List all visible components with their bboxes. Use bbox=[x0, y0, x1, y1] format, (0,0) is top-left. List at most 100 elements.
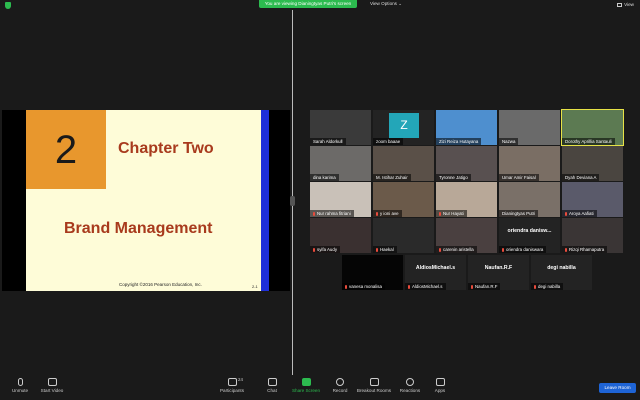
participant-tile[interactable]: Sarah Aldorkull bbox=[310, 110, 371, 145]
share-screen-icon bbox=[301, 378, 311, 386]
shared-screen-slide: 2 Chapter Two Brand Management Copyright… bbox=[2, 110, 290, 291]
participant-tile[interactable]: y ioni ave bbox=[373, 182, 434, 217]
leave-room-button[interactable]: Leave Room bbox=[599, 383, 636, 393]
participant-tile[interactable]: Haekal bbox=[373, 218, 434, 253]
participant-tile[interactable]: oriendra danisw... oriendra daniswara bbox=[499, 218, 560, 253]
participant-name: Aroya Aafiati bbox=[569, 211, 594, 216]
muted-mic-icon bbox=[376, 211, 378, 216]
slide-right-margin bbox=[269, 110, 290, 291]
participant-name-tag: dina karima bbox=[310, 174, 339, 181]
apps-icon bbox=[435, 378, 445, 386]
split-divider[interactable] bbox=[292, 10, 293, 375]
chat-bubble-icon bbox=[267, 378, 277, 386]
participant-name: degi nabilla bbox=[538, 284, 561, 289]
participant-tile[interactable]: Naufan.R.F Naufan.R.F bbox=[468, 255, 529, 290]
meeting-toolbar: Unmute Start Video 24 Participants Chat … bbox=[0, 375, 640, 400]
participant-tile[interactable]: Nur Hayati bbox=[436, 182, 497, 217]
muted-mic-icon bbox=[471, 284, 473, 289]
security-shield-icon[interactable] bbox=[5, 2, 11, 9]
participant-tile[interactable]: Zzoom baaae bbox=[373, 110, 434, 145]
participant-name-tag: y ioni ave bbox=[373, 210, 402, 217]
participant-name-tag: AldiosMichael.s bbox=[405, 283, 446, 290]
muted-mic-icon bbox=[408, 284, 410, 289]
muted-mic-icon bbox=[376, 247, 378, 252]
participant-display-name: Naufan.R.F bbox=[484, 265, 513, 271]
record-icon bbox=[336, 378, 344, 386]
muted-mic-icon bbox=[439, 247, 441, 252]
participant-display-name: degi nabilla bbox=[547, 265, 576, 271]
participant-name: vanesa monalisa bbox=[349, 284, 382, 289]
participant-tile[interactable]: M. Istihar Zuhair bbox=[373, 146, 434, 181]
slide-right-bar bbox=[261, 110, 269, 291]
participant-tile[interactable]: vanesa monalisa bbox=[342, 255, 403, 290]
muted-mic-icon bbox=[439, 211, 441, 216]
participant-name-tag: M. Istihar Zuhair bbox=[373, 174, 411, 181]
participant-name: y ioni ave bbox=[380, 211, 399, 216]
participant-name: Dorothy Aprillia Santauli bbox=[565, 139, 612, 144]
participant-name: Naufan.R.F bbox=[475, 284, 498, 289]
slide-chapter-heading: Chapter Two bbox=[118, 140, 214, 157]
participant-name: Haekal bbox=[380, 247, 394, 252]
muted-mic-icon bbox=[565, 211, 567, 216]
muted-mic-icon bbox=[345, 284, 347, 289]
participant-tile[interactable]: dina karima bbox=[310, 146, 371, 181]
participant-name: Umar Amir Faisal bbox=[502, 175, 536, 180]
participant-name-tag: Zizi Reiza Hutayana bbox=[436, 138, 482, 145]
slide-left-bar bbox=[2, 110, 26, 291]
participant-tile[interactable]: Zizi Reiza Hutayana bbox=[436, 110, 497, 145]
participants-icon bbox=[227, 378, 237, 386]
muted-mic-icon bbox=[313, 211, 315, 216]
divider-handle[interactable] bbox=[290, 196, 295, 206]
grid-icon bbox=[617, 2, 623, 7]
participant-name: Sarah Aldorkull bbox=[313, 139, 343, 144]
participant-tile[interactable]: Tyronne Jatigo bbox=[436, 146, 497, 181]
start-video-button[interactable]: Start Video bbox=[32, 378, 72, 393]
participant-name-tag: Tyronne Jatigo bbox=[436, 174, 471, 181]
participant-name-tag: Nazwa bbox=[499, 138, 519, 145]
participant-tile[interactable]: Aroya Aafiati bbox=[562, 182, 623, 217]
view-options-menu[interactable]: View Options ⌄ bbox=[370, 0, 402, 8]
participant-name: dina karima bbox=[313, 175, 336, 180]
participant-tile[interactable]: Dorothy Aprillia Santauli bbox=[561, 109, 624, 146]
muted-mic-icon bbox=[565, 247, 567, 252]
microphone-muted-icon bbox=[17, 378, 23, 386]
participant-name: Nur Hayati bbox=[443, 211, 464, 216]
participant-tile[interactable]: Nur rahma fitriani bbox=[310, 182, 371, 217]
participant-name: Nur rahma fitriani bbox=[317, 211, 351, 216]
apps-button[interactable]: Apps bbox=[420, 378, 460, 393]
participant-tile[interactable]: syifa Audy bbox=[310, 218, 371, 253]
participant-name-tag: Rizqi Rhamaputra bbox=[562, 246, 608, 253]
participant-name-tag: Naufan.R.F bbox=[468, 283, 501, 290]
participant-display-name: AldiosMichael.s bbox=[415, 265, 456, 271]
video-camera-off-icon bbox=[47, 378, 57, 386]
participant-name: zoom baaae bbox=[376, 139, 401, 144]
slide-title: Brand Management bbox=[64, 220, 213, 237]
participant-name: syifa Audy bbox=[317, 247, 338, 252]
muted-mic-icon bbox=[313, 247, 315, 252]
participant-tile[interactable]: Rizqi Rhamaputra bbox=[562, 218, 623, 253]
participant-tile[interactable]: degi nabilla degi nabilla bbox=[531, 255, 592, 290]
participant-tile[interactable]: Nazwa bbox=[499, 110, 560, 145]
participant-name-tag: syifa Audy bbox=[310, 246, 341, 253]
participant-name-tag: Umar Amir Faisal bbox=[499, 174, 539, 181]
participant-tile[interactable]: Dyah Deviana A bbox=[562, 146, 623, 181]
participant-name: oriendra daniswara bbox=[506, 247, 544, 252]
breakout-rooms-button[interactable]: Breakout Rooms bbox=[354, 378, 394, 393]
participant-name-tag: zoom baaae bbox=[373, 138, 404, 145]
participant-name-tag: degi nabilla bbox=[531, 283, 564, 290]
participant-name: Zizi Reiza Hutayana bbox=[439, 139, 479, 144]
slide-number: 2 bbox=[54, 128, 78, 172]
participant-name-tag: carenin aristella bbox=[436, 246, 477, 253]
participant-name: AldiosMichael.s bbox=[412, 284, 443, 289]
view-layout-button[interactable]: View bbox=[617, 1, 634, 9]
viewing-screen-banner: You are viewing Dianingtyas Putri's scre… bbox=[259, 0, 357, 8]
participant-tile[interactable]: carenin aristella bbox=[436, 218, 497, 253]
participant-name-tag: Dyah Deviana A bbox=[562, 174, 600, 181]
participant-name-tag: Sarah Aldorkull bbox=[310, 138, 346, 145]
participant-name-tag: Aroya Aafiati bbox=[562, 210, 597, 217]
participants-button[interactable]: 24 Participants bbox=[212, 377, 252, 393]
muted-mic-icon bbox=[534, 284, 536, 289]
participant-tile[interactable]: Dianingtyas Putri bbox=[499, 182, 560, 217]
participant-tile[interactable]: Umar Amir Faisal bbox=[499, 146, 560, 181]
participant-tile[interactable]: AldiosMichael.s AldiosMichael.s bbox=[405, 255, 466, 290]
